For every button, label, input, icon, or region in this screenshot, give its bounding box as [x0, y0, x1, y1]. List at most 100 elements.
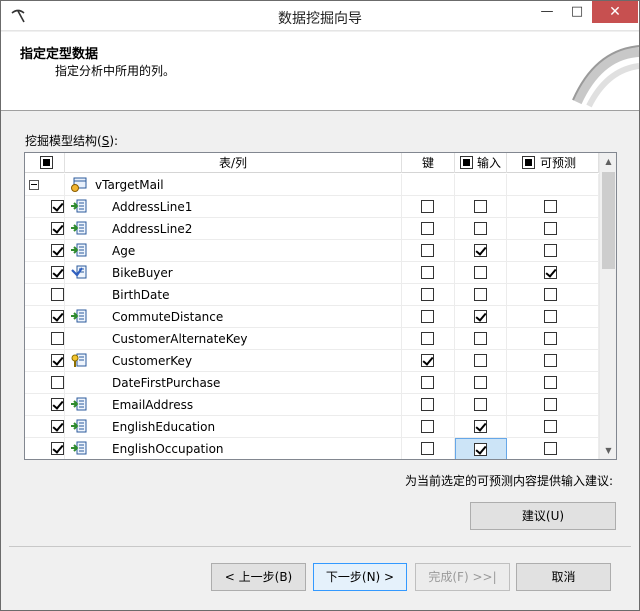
finish-button[interactable]: 完成(F) >>| — [415, 563, 510, 591]
grid-rows: vTargetMail AddressLine1 AddressLine2 Age B… — [25, 174, 599, 459]
input-checkbox[interactable] — [474, 332, 487, 345]
include-column-checkbox[interactable] — [51, 332, 64, 345]
include-column-checkbox[interactable] — [51, 266, 64, 279]
column-name: CommuteDistance — [112, 310, 224, 324]
input-checkbox[interactable] — [474, 222, 487, 235]
predict-checkbox[interactable] — [544, 244, 557, 257]
include-column-checkbox[interactable] — [51, 420, 64, 433]
select-all-checkbox[interactable] — [40, 156, 53, 169]
include-column-checkbox[interactable] — [51, 244, 64, 257]
back-button[interactable]: < 上一步(B) — [211, 563, 306, 591]
key-checkbox[interactable] — [421, 200, 434, 213]
next-button[interactable]: 下一步(N) > — [313, 563, 407, 591]
all-input-checkbox[interactable] — [460, 156, 473, 169]
include-column-checkbox[interactable] — [51, 310, 64, 323]
predict-checkbox[interactable] — [544, 398, 557, 411]
key-checkbox[interactable] — [421, 266, 434, 279]
key-checkbox[interactable] — [421, 354, 434, 367]
predict-checkbox[interactable] — [544, 420, 557, 433]
include-column-checkbox[interactable] — [51, 354, 64, 367]
column-name: EnglishOccupation — [112, 442, 224, 456]
grid-header: 表/列 键 输入 可预测 — [25, 153, 599, 173]
column-name: AddressLine2 — [112, 222, 193, 236]
column-row[interactable]: CommuteDistance — [25, 306, 599, 328]
column-predict-icon — [71, 265, 87, 279]
predict-checkbox[interactable] — [544, 288, 557, 301]
column-name: BikeBuyer — [112, 266, 173, 280]
footer-divider — [9, 546, 631, 547]
include-column-checkbox[interactable] — [51, 398, 64, 411]
page-title: 指定定型数据 — [20, 47, 99, 62]
maximize-button[interactable]: □ — [562, 1, 592, 23]
key-checkbox[interactable] — [421, 310, 434, 323]
column-input-icon — [71, 243, 87, 257]
input-checkbox[interactable] — [474, 376, 487, 389]
key-checkbox[interactable] — [421, 288, 434, 301]
key-checkbox[interactable] — [421, 442, 434, 455]
column-row[interactable]: EmailAddress — [25, 394, 599, 416]
include-column-checkbox[interactable] — [51, 442, 64, 455]
column-name: AddressLine1 — [112, 200, 193, 214]
key-checkbox[interactable] — [421, 376, 434, 389]
include-column-checkbox[interactable] — [51, 376, 64, 389]
structure-label: 挖掘模型结构(S): — [25, 134, 119, 148]
key-checkbox[interactable] — [421, 222, 434, 235]
predict-checkbox[interactable] — [544, 332, 557, 345]
column-row[interactable]: CustomerKey — [25, 350, 599, 372]
input-checkbox[interactable] — [474, 443, 487, 456]
include-column-checkbox[interactable] — [51, 200, 64, 213]
column-name: CustomerAlternateKey — [112, 332, 248, 346]
input-checkbox[interactable] — [474, 310, 487, 323]
predict-checkbox[interactable] — [544, 310, 557, 323]
input-checkbox[interactable] — [474, 288, 487, 301]
include-column-checkbox[interactable] — [51, 222, 64, 235]
column-row[interactable]: AddressLine1 — [25, 196, 599, 218]
all-predict-checkbox[interactable] — [522, 156, 535, 169]
column-input-icon — [71, 309, 87, 323]
suggest-button[interactable]: 建议(U) — [470, 502, 616, 530]
predict-checkbox[interactable] — [544, 200, 557, 213]
table-name: vTargetMail — [95, 178, 164, 192]
collapse-toggle[interactable] — [29, 180, 39, 190]
column-row[interactable]: BikeBuyer — [25, 262, 599, 284]
key-checkbox[interactable] — [421, 332, 434, 345]
column-row[interactable]: EnglishOccupation — [25, 438, 599, 459]
predict-checkbox[interactable] — [544, 376, 557, 389]
column-row[interactable]: EnglishEducation — [25, 416, 599, 438]
input-checkbox[interactable] — [474, 266, 487, 279]
close-button[interactable]: ✕ — [592, 1, 638, 23]
column-input-icon — [71, 419, 87, 433]
column-row[interactable]: Age — [25, 240, 599, 262]
minimize-button[interactable]: — — [532, 1, 562, 23]
wizard-logo-icon — [572, 45, 639, 108]
include-column-checkbox[interactable] — [51, 288, 64, 301]
predict-checkbox[interactable] — [544, 354, 557, 367]
input-checkbox[interactable] — [474, 420, 487, 433]
input-checkbox[interactable] — [474, 354, 487, 367]
column-header-key: 键 — [402, 153, 455, 173]
column-row[interactable]: BirthDate — [25, 284, 599, 306]
input-checkbox[interactable] — [474, 398, 487, 411]
scroll-thumb[interactable] — [602, 172, 615, 269]
column-row[interactable]: AddressLine2 — [25, 218, 599, 240]
predict-checkbox[interactable] — [544, 266, 557, 279]
predict-checkbox[interactable] — [544, 442, 557, 455]
column-name: DateFirstPurchase — [112, 376, 221, 390]
scroll-down-arrow-icon[interactable]: ▼ — [600, 442, 616, 459]
key-checkbox[interactable] — [421, 244, 434, 257]
cancel-button[interactable]: 取消 — [516, 563, 611, 591]
input-checkbox[interactable] — [474, 244, 487, 257]
vertical-scrollbar[interactable]: ▲ ▼ — [599, 153, 616, 459]
column-row[interactable]: DateFirstPurchase — [25, 372, 599, 394]
scroll-up-arrow-icon[interactable]: ▲ — [600, 153, 616, 170]
key-checkbox[interactable] — [421, 420, 434, 433]
mining-structure-grid[interactable]: 表/列 键 输入 可预测 vTargetMail AddressLine1 Ad… — [24, 152, 617, 460]
wizard-window: 数据挖掘向导 — □ ✕ 指定定型数据 指定分析中所用的列。 挖掘模型结构(S)… — [0, 0, 640, 611]
column-name: BirthDate — [112, 288, 170, 302]
input-checkbox[interactable] — [474, 200, 487, 213]
column-row[interactable]: CustomerAlternateKey — [25, 328, 599, 350]
column-name: EmailAddress — [112, 398, 194, 412]
key-checkbox[interactable] — [421, 398, 434, 411]
predict-checkbox[interactable] — [544, 222, 557, 235]
table-row: vTargetMail — [25, 174, 599, 196]
